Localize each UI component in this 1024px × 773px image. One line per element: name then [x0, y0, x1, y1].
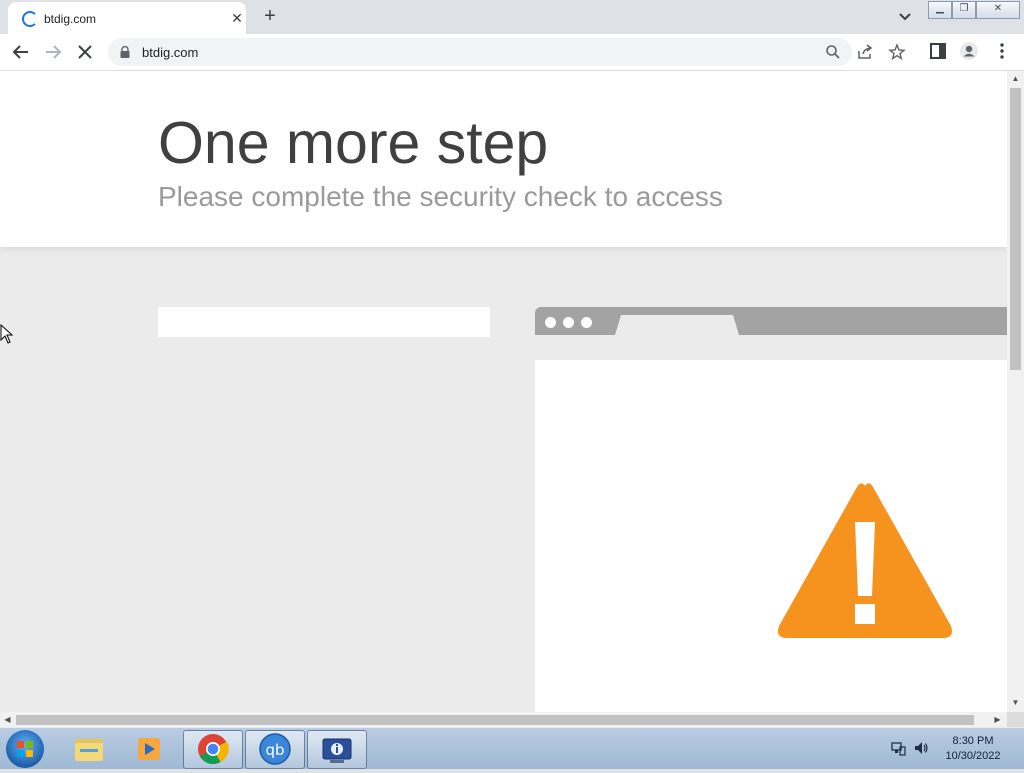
window-dot-icon	[545, 317, 556, 328]
mouse-cursor-icon	[0, 324, 14, 344]
search-icon[interactable]	[824, 43, 842, 61]
scroll-up-icon[interactable]: ▲	[1007, 71, 1024, 86]
profile-avatar-icon[interactable]	[959, 41, 979, 61]
taskbar-tool-button[interactable]	[307, 730, 367, 769]
horizontal-scrollbar[interactable]: ◀ ▶	[0, 712, 1007, 727]
taskbar-explorer-button[interactable]	[60, 730, 118, 767]
taskbar-qbittorrent-button[interactable]: qb	[245, 730, 305, 769]
lock-icon[interactable]	[120, 46, 130, 58]
qbittorrent-icon: qb	[259, 733, 291, 765]
header-section: One more step Please complete the securi…	[0, 71, 1007, 247]
page-subtitle: Please complete the security check to ac…	[158, 181, 723, 212]
volume-icon[interactable]	[913, 740, 929, 756]
tab-title: btdig.com	[44, 12, 97, 26]
star-icon[interactable]	[888, 43, 906, 61]
svg-text:qb: qb	[265, 741, 284, 759]
system-clock[interactable]: 8:30 PM 10/30/2022	[940, 734, 1006, 764]
page-title: One more step	[158, 110, 549, 176]
taskbar-chrome-button[interactable]	[183, 730, 243, 769]
taskbar-media-player-button[interactable]	[121, 730, 179, 767]
forward-arrow-icon[interactable]	[42, 41, 64, 63]
illustration-browser-body	[535, 360, 1007, 712]
window-dot-icon	[563, 317, 574, 328]
new-tab-button[interactable]: +	[260, 6, 280, 26]
side-panel-icon[interactable]	[928, 41, 948, 61]
scroll-down-icon[interactable]: ▼	[1007, 695, 1024, 710]
stop-loading-icon[interactable]	[74, 41, 96, 63]
browser-toolbar: btdig.com	[0, 34, 1024, 71]
address-bar[interactable]: btdig.com	[108, 38, 906, 66]
scrollbar-corner	[1007, 712, 1024, 727]
scroll-left-icon[interactable]: ◀	[0, 712, 15, 727]
vertical-scroll-thumb[interactable]	[1010, 88, 1021, 370]
close-tab-icon[interactable]: ✕	[228, 9, 246, 27]
share-icon[interactable]	[856, 43, 874, 61]
network-icon[interactable]	[890, 740, 906, 756]
loading-spinner-icon	[22, 11, 38, 27]
clock-time: 8:30 PM	[952, 735, 994, 747]
windows-logo-icon	[17, 741, 33, 757]
minimize-button[interactable]: ▁	[928, 1, 952, 19]
captcha-placeholder	[158, 307, 490, 337]
horizontal-scroll-thumb[interactable]	[16, 715, 974, 725]
url-text[interactable]: btdig.com	[142, 45, 198, 60]
chrome-icon	[198, 734, 229, 765]
illustration-tab	[615, 315, 739, 335]
media-player-icon	[138, 738, 160, 760]
illustration-browser-header	[535, 307, 1007, 335]
vertical-scrollbar[interactable]: ▲ ▼	[1007, 71, 1024, 712]
browser-tab[interactable]: btdig.com ✕	[8, 2, 246, 34]
back-arrow-icon[interactable]	[10, 41, 32, 63]
restore-button[interactable]: ❐	[952, 1, 976, 19]
tab-strip: btdig.com ✕ + ▁ ❐ ✕	[0, 0, 1024, 34]
folder-icon	[75, 739, 103, 761]
warning-icon	[778, 483, 952, 638]
scroll-right-icon[interactable]: ▶	[990, 712, 1005, 727]
window-dot-icon	[581, 317, 592, 328]
start-button[interactable]	[6, 730, 44, 768]
clock-date: 10/30/2022	[945, 750, 1001, 762]
chevron-down-icon[interactable]	[896, 7, 914, 25]
menu-dots-icon[interactable]	[992, 41, 1012, 61]
page-viewport: One more step Please complete the securi…	[0, 71, 1007, 712]
monitor-info-icon	[322, 738, 352, 763]
close-window-button[interactable]: ✕	[976, 1, 1020, 19]
taskbar: qb 8:30 PM 10/30/2022	[0, 727, 1024, 769]
